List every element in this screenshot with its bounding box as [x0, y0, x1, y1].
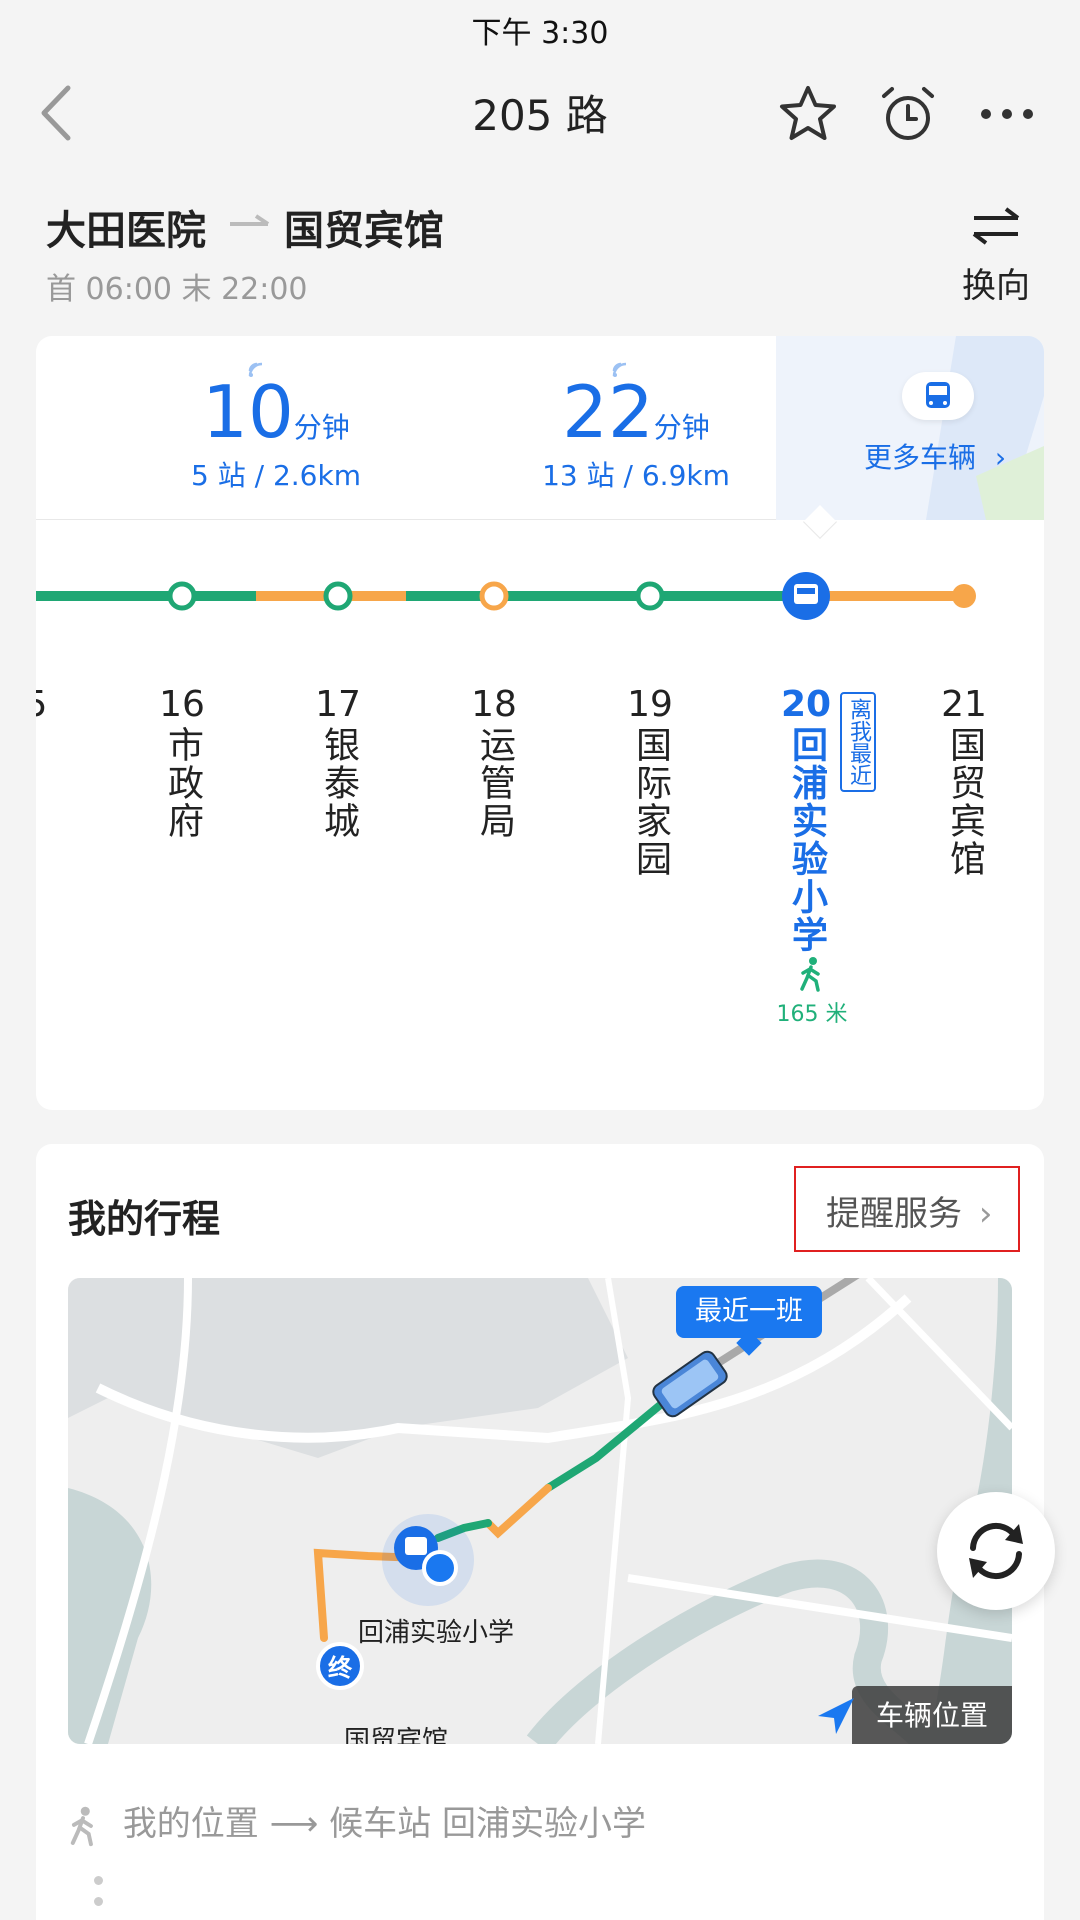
- refresh-icon: [969, 1522, 1023, 1580]
- more-vehicles-link[interactable]: 更多车辆 ›: [864, 436, 1006, 476]
- stop-number: 18: [471, 684, 517, 725]
- stop-item[interactable]: 16 市政府: [152, 684, 212, 840]
- stop-item[interactable]: 19 国际家园: [620, 684, 680, 878]
- eta-detail: 13 站 / 6.9km: [542, 459, 730, 492]
- eta-first-bus[interactable]: 10分钟 5 站 / 2.6km: [116, 370, 436, 494]
- swap-direction-button[interactable]: 换向: [948, 206, 1044, 306]
- alarm-button[interactable]: [876, 82, 940, 146]
- stop-number: 19: [627, 684, 673, 725]
- refresh-button[interactable]: [937, 1492, 1055, 1610]
- back-button[interactable]: [30, 78, 90, 148]
- vehicle-position-button[interactable]: 车辆位置: [852, 1686, 1012, 1744]
- route-origin: 大田医院: [46, 208, 206, 254]
- stop-node: [323, 581, 353, 611]
- service-hours: 首 06:00 末 22:00: [46, 272, 308, 307]
- stop-name: 市政府: [162, 726, 203, 840]
- bus-icon: [926, 382, 950, 408]
- end-marker-label: 终: [328, 1654, 352, 1682]
- my-trip-card: 我的行程 提醒服务 › 最近一班 终 回浦实验小学 国贸宾馆 车辆位置 我的位置…: [36, 1144, 1044, 1920]
- eta-minutes: 10: [202, 370, 294, 454]
- reminder-service-label: 提醒服务: [826, 1194, 962, 1234]
- eta-unit: 分钟: [293, 411, 350, 444]
- map-background: [68, 1278, 1012, 1744]
- eta-panel: 10分钟 5 站 / 2.6km 22分钟 13 站 / 6.9km 更多车辆 …: [36, 336, 1044, 520]
- stop-number: 20: [780, 684, 832, 725]
- stop-name: 国际家园: [630, 726, 671, 878]
- stop-number: 17: [315, 684, 361, 725]
- eta-unit: 分钟: [653, 411, 710, 444]
- walking-person-icon: [70, 1806, 93, 1846]
- reminder-service-button[interactable]: 提醒服务 ›: [794, 1166, 1020, 1252]
- trip-title: 我的行程: [68, 1197, 221, 1241]
- stop-item[interactable]: 18 运管局: [464, 684, 524, 840]
- realtime-signal-icon: [248, 362, 263, 377]
- stop-node: [635, 581, 665, 611]
- favorite-button[interactable]: [776, 82, 840, 146]
- alarm-clock-icon: [882, 87, 934, 140]
- stop-name: 国贸宾馆: [944, 726, 985, 878]
- swap-direction-label: 换向: [962, 266, 1030, 306]
- stop-number: 5: [36, 684, 66, 726]
- vehicle-position-label: 车辆位置: [875, 1699, 988, 1732]
- stop-name: 银泰城: [318, 726, 359, 840]
- walking-distance: 165 米: [776, 1002, 848, 1027]
- stop-number: 16: [159, 684, 205, 725]
- more-vehicles-label: 更多车辆: [864, 441, 977, 474]
- chevron-left-icon: [41, 85, 71, 141]
- walking-route-text: 我的位置 ⟶ 候车站 回浦实验小学: [122, 1804, 646, 1844]
- stop-item-partial[interactable]: 5: [36, 684, 66, 726]
- stop-number: 21: [941, 684, 987, 725]
- trip-map[interactable]: 最近一班 终 回浦实验小学 国贸宾馆 车辆位置: [68, 1278, 1012, 1744]
- eta-detail: 5 站 / 2.6km: [191, 459, 361, 492]
- route-line-diagram: [36, 572, 976, 620]
- chevron-right-icon: ›: [994, 441, 1007, 474]
- route-destination: 国贸宾馆: [284, 208, 444, 254]
- chevron-right-icon: ›: [978, 1194, 993, 1234]
- timeline-dots: [94, 1876, 103, 1906]
- navigation-arrow-icon: [818, 1698, 854, 1734]
- eta-second-bus[interactable]: 22分钟 13 站 / 6.9km: [476, 370, 796, 494]
- map-boarding-stop-label: 回浦实验小学: [358, 1618, 515, 1648]
- swap-arrows-icon: [972, 207, 1020, 245]
- arrow-right-icon: [230, 214, 270, 226]
- stop-name: 回浦实验小学: [786, 726, 827, 954]
- nearest-stop-badge: 离我最近: [840, 692, 876, 792]
- star-icon: [780, 86, 836, 140]
- terminal-stop-node: [952, 584, 976, 608]
- stop-node: [167, 581, 197, 611]
- more-dots-icon: [981, 109, 1033, 119]
- stop-item[interactable]: 17 银泰城: [308, 684, 368, 840]
- realtime-signal-icon: [612, 362, 627, 377]
- walking-route-row[interactable]: 我的位置 ⟶ 候车站 回浦实验小学: [66, 1796, 646, 1848]
- stop-item-current[interactable]: 20 回浦实验小学: [776, 684, 836, 954]
- more-options-button[interactable]: [972, 82, 1042, 146]
- stop-node: [479, 581, 509, 611]
- status-bar-time: 下午 3:30: [471, 16, 609, 51]
- bus-icon-pill: [902, 372, 974, 420]
- stop-name: 运管局: [474, 726, 515, 840]
- walking-person-icon: [800, 957, 820, 992]
- stop-item[interactable]: 21 国贸宾馆: [934, 684, 994, 878]
- eta-minutes: 22: [562, 370, 654, 454]
- map-thumbnail-decoration: [776, 336, 1044, 520]
- page-title: 205 路: [472, 91, 608, 140]
- map-destination-label: 国贸宾馆: [344, 1726, 449, 1744]
- line-card: 10分钟 5 站 / 2.6km 22分钟 13 站 / 6.9km 更多车辆 …: [36, 336, 1044, 1110]
